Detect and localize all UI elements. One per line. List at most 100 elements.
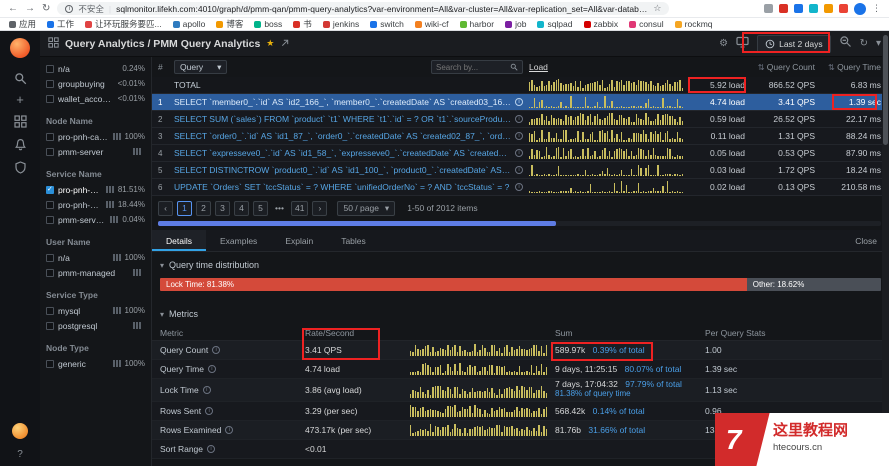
bookmark-item[interactable]: job [505, 19, 526, 29]
extension-icon[interactable] [839, 4, 848, 13]
search-box[interactable] [431, 60, 523, 74]
query-table-row[interactable]: 6 UPDATE `Orders` SET `tccStatus` = ? WH… [152, 179, 889, 196]
filter-checkbox[interactable] [46, 80, 54, 88]
page-button[interactable]: 1 [177, 201, 192, 216]
help-icon[interactable]: ? [17, 449, 23, 460]
search-input[interactable] [436, 63, 507, 72]
filter-row[interactable]: pro-pnh-ca1-lif... pro-pnh-ca1-lif... 18… [46, 197, 145, 212]
percent-of-query-time-link[interactable]: 81.38% of query time [555, 389, 705, 401]
filter-row[interactable]: pmm-server-p... pmm-server-p... 0.04% [46, 212, 145, 227]
percent-of-total-link[interactable]: 0.14% of total [593, 406, 645, 416]
query-table-row[interactable]: 2 SELECT SUM (`sales`) FROM `product` `t… [152, 111, 889, 128]
bookmark-item[interactable]: rockmq [675, 19, 713, 29]
shield-icon[interactable] [14, 161, 27, 174]
bookmark-item[interactable]: consul [629, 19, 664, 29]
filter-checkbox[interactable] [46, 360, 54, 368]
query-count-column-header[interactable]: ⇅ Query Count [745, 62, 815, 72]
info-icon[interactable]: i [515, 115, 523, 123]
filter-row[interactable]: postgresql postgresql [46, 318, 145, 333]
percent-of-total-link[interactable]: 0.39% of total [593, 345, 645, 355]
page-button[interactable]: 41 [291, 201, 308, 216]
bookmark-item[interactable]: jenkins [323, 19, 359, 29]
settings-gear-icon[interactable]: ⚙ [719, 38, 728, 49]
browser-menu-icon[interactable]: ⋮ [872, 3, 881, 14]
details-tab[interactable]: Explain [271, 230, 327, 251]
filter-checkbox[interactable] [46, 269, 54, 277]
browser-profile-avatar[interactable] [854, 3, 866, 15]
share-icon[interactable] [280, 35, 290, 53]
filter-checkbox[interactable] [46, 216, 54, 224]
reload-icon[interactable]: ↻ [42, 4, 50, 14]
filter-row[interactable]: pmm-managed pmm-managed [46, 265, 145, 280]
alerting-bell-icon[interactable] [14, 138, 27, 151]
info-icon[interactable]: i [515, 166, 523, 174]
next-page-button[interactable]: › [312, 201, 327, 216]
bookmark-item[interactable]: zabbix [584, 19, 619, 29]
filter-checkbox[interactable] [46, 322, 54, 330]
scrollbar-thumb[interactable] [158, 221, 556, 226]
filter-checkbox[interactable] [46, 201, 54, 209]
info-icon[interactable]: i [203, 386, 211, 394]
bookmark-item[interactable]: switch [370, 19, 404, 29]
page-button[interactable]: 4 [234, 201, 249, 216]
metrics-section-header[interactable]: ▾ Metrics [152, 301, 889, 323]
bookmark-item[interactable]: 让环玩服务要匹... [85, 18, 162, 30]
info-icon[interactable]: i [207, 445, 215, 453]
filter-row[interactable]: Service Name Service Name [46, 165, 145, 182]
info-icon[interactable]: i [225, 426, 233, 434]
filter-checkbox[interactable] [46, 254, 54, 262]
bookmark-item[interactable]: 应用 [9, 18, 36, 30]
bookmark-item[interactable]: boss [254, 19, 282, 29]
filter-checkbox[interactable] [46, 148, 54, 156]
create-plus-icon[interactable]: + [16, 95, 24, 105]
query-table-row[interactable]: 5 SELECT DISTINCTROW `product0_`.`id` AS… [152, 162, 889, 179]
bookmark-item[interactable]: 工作 [47, 18, 74, 30]
dashboards-icon[interactable] [14, 115, 27, 128]
filter-row[interactable]: User Name User Name [46, 233, 145, 250]
filter-row[interactable]: wallet_account wallet_account <0.01% [46, 91, 145, 106]
percent-of-total-link[interactable]: 97.79% of total [625, 379, 682, 389]
filter-row[interactable]: pro-pnh-ca1-lif... pro-pnh-ca1-lif... 81… [46, 182, 145, 197]
filter-row[interactable]: Node Type Node Type [46, 339, 145, 356]
filter-row[interactable]: Node Name Node Name [46, 112, 145, 129]
back-icon[interactable]: ← [8, 4, 18, 14]
page-size-select[interactable]: 50 / page ▾ [337, 201, 395, 216]
bookmark-item[interactable]: 书 [293, 18, 312, 30]
bookmark-star-icon[interactable]: ☆ [653, 3, 661, 14]
refresh-icon[interactable]: ↻ [860, 38, 868, 49]
details-tab[interactable]: Examples [206, 230, 271, 251]
filter-row[interactable]: pro-pnh-ca1-lif... pro-pnh-ca1-lif... 10… [46, 129, 145, 144]
filter-row[interactable]: generic generic 100% [46, 356, 145, 371]
query-table-row[interactable]: 3 SELECT `order0_`.`id` AS `id1_87_`, `o… [152, 128, 889, 145]
info-icon[interactable]: i [208, 365, 216, 373]
prev-page-button[interactable]: ‹ [158, 201, 173, 216]
page-button[interactable]: 3 [215, 201, 230, 216]
page-button[interactable]: 5 [253, 201, 268, 216]
query-table-row[interactable]: 4 SELECT `expresseve0_`.`id` AS `id1_58_… [152, 145, 889, 162]
extension-icon[interactable] [794, 4, 803, 13]
info-icon[interactable]: i [515, 149, 523, 157]
time-range-picker[interactable]: Last 2 days [757, 35, 830, 53]
filter-row[interactable]: pmm-server pmm-server [46, 144, 145, 159]
horizontal-scrollbar[interactable] [158, 221, 881, 226]
query-table-row[interactable]: TOTAL i 5.92 load 866.52 QPS 6.83 ms [152, 77, 889, 94]
details-tab[interactable]: Details [152, 230, 206, 251]
zoom-out-icon[interactable] [839, 35, 852, 53]
favorite-star-icon[interactable]: ★ [266, 38, 274, 49]
percent-of-total-link[interactable]: 31.66% of total [588, 425, 645, 435]
extension-icon[interactable] [809, 4, 818, 13]
cycle-view-icon[interactable] [736, 35, 749, 53]
bookmark-item[interactable]: wiki-cf [415, 19, 449, 29]
vertical-scrollbar[interactable] [882, 31, 889, 466]
info-icon[interactable]: i [205, 407, 213, 415]
refresh-caret-icon[interactable]: ▾ [876, 38, 881, 49]
info-icon[interactable]: i [212, 346, 220, 354]
query-time-column-header[interactable]: ⇅ Query Time [815, 62, 881, 72]
forward-icon[interactable]: → [25, 4, 35, 14]
page-button[interactable]: 2 [196, 201, 211, 216]
bookmark-item[interactable]: sqlpad [537, 19, 572, 29]
query-dimension-select[interactable]: Query ▾ [174, 60, 227, 74]
filter-checkbox[interactable] [46, 307, 54, 315]
grafana-logo-icon[interactable] [10, 38, 30, 58]
url-bar[interactable]: i 不安全 | sqlmonitor.lifekh.com:4010/graph… [57, 2, 669, 15]
